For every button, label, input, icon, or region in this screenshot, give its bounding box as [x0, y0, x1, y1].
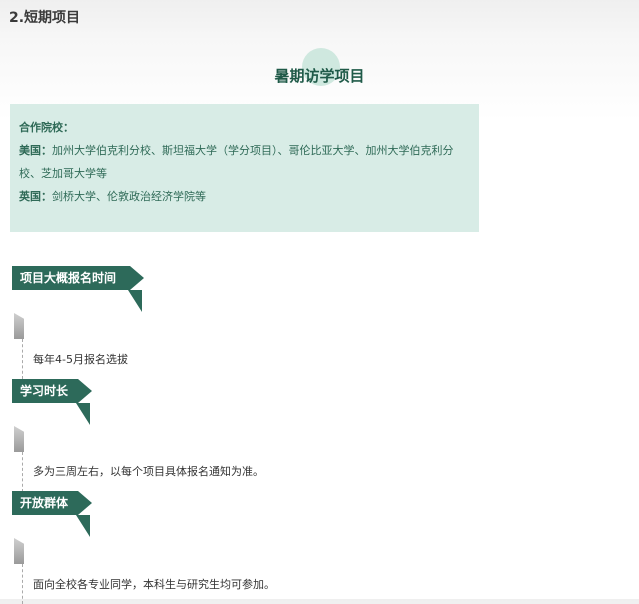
- tag-tail-decoration: [76, 515, 90, 537]
- title-block: 暑期访学项目: [0, 46, 639, 90]
- section-text-duration: 多为三周左右，以每个项目具体报名通知为准。: [33, 465, 264, 478]
- partner-box: 合作院校： 美国：加州大学伯克利分校、斯坦福大学（学分项目）、哥伦比亚大学、加州…: [10, 104, 479, 232]
- partner-usa-label: 美国：: [19, 144, 52, 157]
- section-tag-duration: 学习时长: [12, 379, 92, 403]
- timeline-dashed-line: [22, 339, 24, 379]
- timeline-cap: [14, 313, 24, 339]
- main-title: 暑期访学项目: [274, 67, 365, 85]
- partner-uk-label: 英国：: [19, 190, 52, 203]
- section-tag-label: 项目大概报名时间: [20, 271, 117, 285]
- timeline-cap: [14, 426, 24, 452]
- section-tag-eligibility: 开放群体: [12, 491, 92, 515]
- tag-tail-decoration: [128, 290, 142, 312]
- timeline-dashed-line: [22, 452, 24, 492]
- tag-tail-decoration: [76, 403, 90, 425]
- section-heading: 2.短期项目: [9, 10, 81, 26]
- tag-fold-decoration: [78, 379, 92, 403]
- tag-fold-decoration: [130, 266, 144, 290]
- partner-usa: 美国：加州大学伯克利分校、斯坦福大学（学分项目）、哥伦比亚大学、加州大学伯克利分…: [19, 139, 470, 185]
- timeline-dashed-line: [22, 564, 24, 604]
- section-tag-label: 开放群体: [20, 496, 69, 510]
- section-tag-label: 学习时长: [20, 384, 69, 398]
- partner-usa-text: 加州大学伯克利分校、斯坦福大学（学分项目）、哥伦比亚大学、加州大学伯克利分校、芝…: [19, 144, 454, 180]
- tag-fold-decoration: [78, 491, 92, 515]
- partner-uk: 英国：剑桥大学、伦敦政治经济学院等: [19, 185, 470, 208]
- timeline-cap: [14, 538, 24, 564]
- section-text-registration: 每年4-5月报名选拔: [33, 353, 128, 366]
- partner-uk-text: 剑桥大学、伦敦政治经济学院等: [52, 190, 206, 203]
- section-tag-registration: 项目大概报名时间: [12, 266, 144, 290]
- section-text-eligibility: 面向全校各专业同学，本科生与研究生均可参加。: [33, 578, 275, 591]
- partner-header: 合作院校：: [19, 121, 74, 134]
